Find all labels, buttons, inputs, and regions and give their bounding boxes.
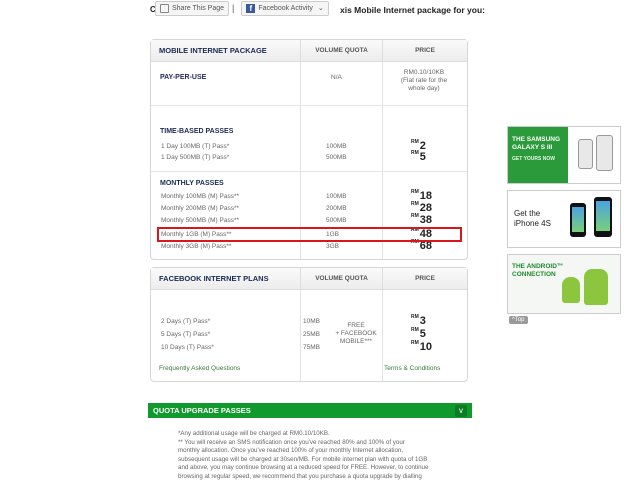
phone-icon bbox=[578, 139, 593, 169]
facebook-activity-label: Facebook Activity bbox=[258, 4, 313, 12]
chevron-down-icon[interactable]: v bbox=[455, 404, 467, 417]
share-page-button[interactable]: Share This Page bbox=[155, 0, 230, 16]
iphone-icon bbox=[594, 197, 612, 237]
header-package: FACEBOOK INTERNET PLANS bbox=[159, 274, 269, 283]
pay-per-use-price: RM0.10/10KB (Flat rate for the whole day… bbox=[400, 69, 448, 92]
share-toolbar: Share This Page | f Facebook Activity ⌄ bbox=[155, 0, 329, 16]
section-divider bbox=[151, 171, 467, 172]
terms-link[interactable]: Terms & Conditions bbox=[384, 365, 440, 372]
share-icon bbox=[160, 3, 169, 13]
divider: | bbox=[232, 3, 235, 13]
table-row: 10 Days (T) Pass* 75MB RM10 bbox=[161, 340, 433, 353]
share-page-label: Share This Page bbox=[172, 4, 225, 12]
section-divider bbox=[151, 105, 467, 106]
android-ad[interactable]: THE ANDROID™ CONNECTION bbox=[507, 254, 621, 314]
iphone-icon bbox=[570, 203, 586, 237]
table-row: 1 Day 500MB (T) Pass* 500MB RM5 bbox=[161, 150, 426, 163]
free-facebook-note: FREE + FACEBOOK MOBILE*** bbox=[335, 322, 377, 345]
android-ad-text: THE ANDROID™ CONNECTION bbox=[512, 263, 564, 278]
monthly-title: MONTHLY PASSES bbox=[160, 180, 224, 187]
pay-per-use-title: PAY-PER-USE bbox=[160, 74, 207, 81]
facebook-icon: f bbox=[246, 3, 256, 13]
header-quota: VOLUME QUOTA bbox=[300, 40, 382, 61]
android-robot-icon bbox=[562, 277, 580, 303]
phone-icon bbox=[596, 135, 613, 171]
header-price: PRICE bbox=[382, 268, 467, 289]
facebook-activity-button[interactable]: f Facebook Activity ⌄ bbox=[241, 0, 329, 16]
faq-link[interactable]: Frequently Asked Questions bbox=[159, 365, 240, 372]
intro-text: xis Mobile Internet package for you: bbox=[340, 5, 486, 15]
pay-per-use-quota: N/A bbox=[331, 74, 342, 81]
iphone-ad-text: Get the iPhone 4S bbox=[514, 209, 551, 228]
table-row: Monthly 3GB (M) Pass** 3GB RM68 bbox=[161, 239, 433, 252]
chevron-down-icon: ⌄ bbox=[317, 5, 324, 12]
back-to-top-button[interactable]: ^Top bbox=[509, 316, 528, 324]
android-robot-icon bbox=[584, 269, 608, 305]
table-row: Monthly 500MB (M) Pass** 500MB RM38 bbox=[161, 213, 433, 226]
samsung-ad-text: THE SAMSUNG GALAXY S III GET YOURS NOW bbox=[508, 127, 568, 183]
header-quota: VOLUME QUOTA bbox=[300, 268, 382, 289]
iphone-ad[interactable]: Get the iPhone 4S bbox=[507, 190, 621, 248]
time-based-title: TIME-BASED PASSES bbox=[160, 128, 234, 135]
table-header: FACEBOOK INTERNET PLANS VOLUME QUOTA PRI… bbox=[151, 268, 467, 290]
samsung-galaxy-ad[interactable]: THE SAMSUNG GALAXY S III GET YOURS NOW bbox=[507, 126, 621, 184]
quota-upgrade-label: QUOTA UPGRADE PASSES bbox=[153, 406, 251, 415]
table-header: MOBILE INTERNET PACKAGE VOLUME QUOTA PRI… bbox=[151, 40, 467, 62]
footnotes: *Any additional usage will be charged at… bbox=[178, 430, 429, 480]
header-package: MOBILE INTERNET PACKAGE bbox=[159, 46, 267, 55]
header-price: PRICE bbox=[382, 40, 467, 61]
highlight-box bbox=[157, 227, 462, 242]
facebook-plans-table: FACEBOOK INTERNET PLANS VOLUME QUOTA PRI… bbox=[150, 267, 468, 382]
quota-upgrade-accordion[interactable]: QUOTA UPGRADE PASSES v bbox=[148, 403, 472, 418]
